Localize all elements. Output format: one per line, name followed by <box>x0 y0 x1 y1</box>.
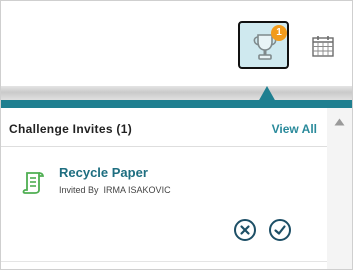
decline-invite-button[interactable] <box>234 219 256 241</box>
row-divider <box>1 261 327 262</box>
close-icon <box>240 225 250 235</box>
trophy-badge-count: 1 <box>271 25 287 41</box>
document-icon <box>22 172 44 194</box>
blurred-background-strip <box>1 86 352 100</box>
view-all-link[interactable]: View All <box>272 122 317 136</box>
panel-scrollbar[interactable] <box>327 108 352 269</box>
accept-invite-button[interactable] <box>269 219 291 241</box>
top-header: 1 <box>1 1 352 86</box>
panel-title: Challenge Invites (1) <box>9 122 132 136</box>
invite-title-link[interactable]: Recycle Paper <box>59 165 148 180</box>
challenges-button[interactable]: 1 <box>238 21 289 69</box>
invited-by-label: Invited By <box>59 185 99 195</box>
notifications-popover-frame: 1 Challenge Invites (1) View All Recycle… <box>0 0 353 270</box>
invite-list-item: Recycle Paper Invited By IRMA ISAKOVIC <box>1 147 327 261</box>
invited-by-name: IRMA ISAKOVIC <box>103 185 171 195</box>
calendar-icon[interactable] <box>312 35 334 57</box>
scroll-up-arrow-icon[interactable] <box>334 118 345 126</box>
checkmark-icon <box>274 225 286 235</box>
challenge-invites-panel: Challenge Invites (1) View All Recycle P… <box>1 108 352 269</box>
panel-header: Challenge Invites (1) View All <box>1 108 327 147</box>
popover-accent-bar <box>1 100 352 108</box>
invited-by-text: Invited By IRMA ISAKOVIC <box>59 185 171 195</box>
